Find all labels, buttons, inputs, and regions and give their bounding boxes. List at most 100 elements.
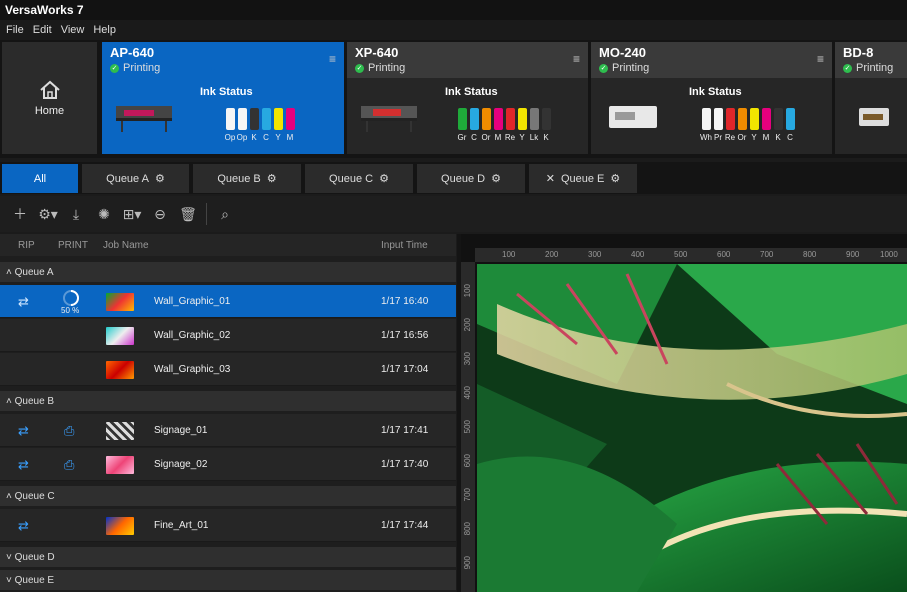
gear-icon[interactable]: ⚙ (491, 172, 501, 185)
ink-bar (250, 108, 259, 130)
group-queue-c[interactable]: ˄ Queue C (0, 486, 456, 506)
printer-status: Printing (856, 62, 894, 74)
ink-bar (774, 108, 783, 130)
ruler-label: 800 (803, 250, 817, 259)
tab-label: Queue E (560, 172, 605, 185)
ruler-label: 200 (463, 318, 472, 332)
gear-icon[interactable]: ⚙ (267, 172, 277, 185)
print-status-icon: ⎙ (64, 457, 75, 472)
ink-label: K (775, 133, 781, 142)
hamburger-menu-icon[interactable]: ≡ (573, 52, 580, 66)
rip-status-icon: ⇄ (18, 294, 29, 309)
printer-card-bd8[interactable]: BD-8 ✓ Printing (835, 42, 907, 154)
printer-image (361, 106, 417, 132)
ink-label: Op (236, 133, 248, 142)
printer-status: Printing (612, 62, 650, 74)
ink-labels: Op Op K C Y M (224, 133, 296, 142)
ink-label: Re (504, 133, 516, 142)
rip-status-icon: ⇄ (18, 423, 29, 438)
ink-bar (762, 108, 771, 130)
table-row[interactable]: ⇄ ⎙ Signage_01 1/17 17:41 (0, 414, 456, 447)
horizontal-ruler: 100 200 300 400 500 600 700 800 900 1000 (475, 248, 907, 262)
ink-bar (530, 108, 539, 130)
tab-all[interactable]: All (2, 164, 78, 193)
ink-bar (262, 108, 271, 130)
job-thumbnail (106, 422, 134, 440)
printer-name: AP-640 (110, 45, 155, 60)
preview-image[interactable] (477, 264, 907, 592)
menu-help[interactable]: Help (93, 24, 116, 40)
job-time: 1/17 16:56 (381, 330, 429, 341)
table-row[interactable]: ⇄ ⎙ Signage_02 1/17 17:40 (0, 448, 456, 481)
ruler-label: 800 (463, 522, 472, 536)
job-time: 1/17 17:41 (381, 425, 429, 436)
printer-card-mo240[interactable]: MO-240 ✓ Printing ≡ Ink Status Wh Pr Re Or Y M… (591, 42, 832, 154)
search-icon[interactable]: ⌕ (215, 204, 235, 224)
job-thumbnail (106, 517, 134, 535)
add-icon[interactable]: ＋ (10, 204, 30, 224)
col-rip[interactable]: RIP (18, 240, 35, 251)
home-label: Home (34, 104, 65, 117)
ruler-label: 100 (463, 284, 472, 298)
ink-label: Or (737, 133, 747, 142)
col-job-name[interactable]: Job Name (103, 240, 149, 251)
group-label: Queue D (14, 552, 55, 563)
ink-bar (542, 108, 551, 130)
tab-queue-c[interactable]: Queue C ⚙ (305, 164, 413, 193)
ruler-label: 400 (463, 386, 472, 400)
printer-card-xp640[interactable]: XP-640 ✓ Printing ≡ Ink Status Gr C Or M Re Y L… (347, 42, 588, 154)
job-thumbnail (106, 456, 134, 474)
tab-queue-e[interactable]: ✕ Queue E ⚙ (529, 164, 637, 193)
menu-view[interactable]: View (61, 24, 85, 40)
group-queue-b[interactable]: ˄ Queue B (0, 391, 456, 411)
printer-image (116, 106, 172, 132)
group-queue-d[interactable]: ˅ Queue D (0, 547, 456, 567)
home-button[interactable]: Home (2, 42, 97, 154)
ink-bar (714, 108, 723, 130)
tab-queue-a[interactable]: Queue A ⚙ (82, 164, 189, 193)
tab-queue-d[interactable]: Queue D ⚙ (417, 164, 525, 193)
menu-edit[interactable]: Edit (33, 24, 52, 40)
hamburger-menu-icon[interactable]: ≡ (329, 52, 336, 66)
gear-icon[interactable]: ⚙ (155, 172, 165, 185)
table-row[interactable]: Wall_Graphic_02 1/17 16:56 (0, 319, 456, 352)
table-row[interactable]: ⇄ Fine_Art_01 1/17 17:44 (0, 509, 456, 542)
ink-status-title: Ink Status (689, 86, 742, 98)
rip-icon[interactable]: ✺ (94, 204, 114, 224)
table-row[interactable]: Wall_Graphic_03 1/17 17:04 (0, 353, 456, 386)
ink-label: Wh (700, 133, 712, 142)
ink-status-title: Ink Status (445, 86, 498, 98)
printer-status: Printing (123, 62, 161, 74)
close-icon[interactable]: ✕ (546, 172, 555, 185)
menu-file[interactable]: File (6, 24, 24, 40)
job-time: 1/17 17:40 (381, 459, 429, 470)
settings-dropdown-icon[interactable]: ⚙▾ (38, 204, 58, 224)
stop-icon[interactable]: ⊖ (150, 204, 170, 224)
tab-label: All (33, 172, 47, 185)
tab-queue-b[interactable]: Queue B ⚙ (193, 164, 301, 193)
layout-dropdown-icon[interactable]: ⊞▾ (122, 204, 142, 224)
table-row[interactable]: ⇄ 50 % Wall_Graphic_01 1/17 16:40 (0, 285, 456, 318)
group-queue-e[interactable]: ˅ Queue E (0, 570, 456, 590)
ink-label: M (286, 133, 294, 142)
ruler-label: 200 (545, 250, 559, 259)
gear-icon[interactable]: ⚙ (379, 172, 389, 185)
printer-card-ap640[interactable]: AP-640 ✓ Printing ≡ Ink Status Op Op K C Y M (102, 42, 344, 154)
col-input-time[interactable]: Input Time (381, 240, 428, 251)
gear-icon[interactable]: ⚙ (610, 172, 620, 185)
trash-icon[interactable]: 🗑 (178, 204, 198, 224)
hamburger-menu-icon[interactable]: ≡ (817, 52, 824, 66)
col-print[interactable]: PRINT (58, 240, 88, 251)
printer-status: Printing (368, 62, 406, 74)
download-icon[interactable]: ⤓ (66, 204, 86, 224)
rip-status-icon: ⇄ (18, 457, 29, 472)
divider (206, 203, 207, 225)
menu-bar: File Edit View Help (0, 20, 907, 40)
ink-bars (226, 108, 295, 130)
job-name: Signage_01 (154, 425, 208, 436)
print-status-icon: ⎙ (64, 423, 75, 438)
ink-bar (494, 108, 503, 130)
group-queue-a[interactable]: ˄ Queue A (0, 262, 456, 282)
vertical-ruler: 100 200 300 400 500 600 700 800 900 (461, 262, 475, 592)
ink-bar (458, 108, 467, 130)
